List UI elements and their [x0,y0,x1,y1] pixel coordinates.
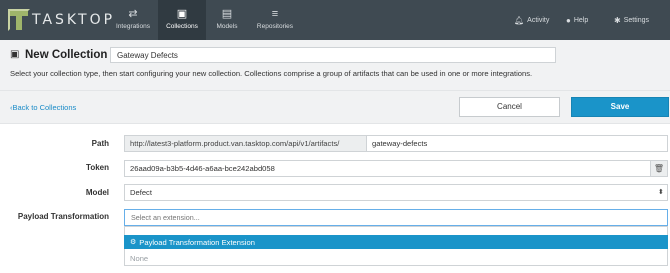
settings-link[interactable]: ✱ Settings [614,14,649,26]
tab-label: Repositories [256,23,294,30]
trash-icon: 🗑︎ [653,164,665,173]
settings-label: Settings [623,16,649,24]
activity-label: Activity [527,16,550,24]
path-input[interactable] [366,135,668,152]
tab-label: Integrations [116,23,150,30]
tab-label: Collections [166,23,198,30]
collection-name-input[interactable] [110,47,556,63]
option-label: None [130,254,149,263]
action-bar [0,91,670,124]
tab-integrations[interactable]: ⇄ Integrations [109,0,157,40]
cancel-button[interactable]: Cancel [459,97,560,117]
path-prefix: http://latest3-platform.product.van.task… [124,135,367,152]
save-button[interactable]: Save [571,97,669,117]
model-label: Model [85,188,109,197]
gear-icon: ✱ [614,15,621,25]
select-arrows-icon: ⬍ [658,189,664,196]
tasktop-logo-icon [8,9,30,31]
page-title: New Collection [25,48,108,61]
extension-icon: ⚙︎ [130,239,137,246]
page-description: Select your collection type, then start … [10,69,533,78]
tab-collections[interactable]: ▣ Collections [158,0,206,40]
model-value: Defect [130,188,152,197]
tab-models[interactable]: ▤ Models [207,0,247,40]
token-input[interactable] [124,160,651,177]
help-label: Help [573,16,589,24]
activity-link[interactable]: 🔔︎ Activity [514,14,549,26]
option-label: Payload Transformation Extension [139,237,255,247]
dropdown-option[interactable]: ⚙︎ Payload Transformation Extension [124,235,668,249]
question-icon: ● [566,15,571,25]
help-link[interactable]: ● Help [566,14,588,26]
inbox-icon: ▣ [176,8,188,20]
model-select[interactable]: Defect [124,184,668,201]
transfer-icon: ⇄ [128,8,138,20]
path-label: Path [91,139,109,148]
tab-repositories[interactable]: ≡ Repositories [248,0,302,40]
tab-label: Models [216,23,238,30]
database-icon: ≡ [271,8,279,20]
tasktop-logo[interactable]: TASKTOP [8,9,115,31]
delete-token-button[interactable]: 🗑︎ [650,160,668,177]
payload-transformation-input[interactable] [124,209,668,226]
token-label: Token [86,163,109,172]
payload-transformation-label: Payload Transformation [17,212,109,221]
document-icon: ▤ [221,8,233,20]
page-title-row: ▣ New Collection [10,46,107,63]
bell-icon: 🔔︎ [514,15,525,25]
logo-text: TASKTOP [32,12,116,28]
back-label: Back to Collections [12,103,77,112]
inbox-icon: ▣ [10,48,20,60]
back-to-collections-link[interactable]: ‹Back to Collections [10,103,76,112]
dropdown-option[interactable]: None [124,252,668,265]
